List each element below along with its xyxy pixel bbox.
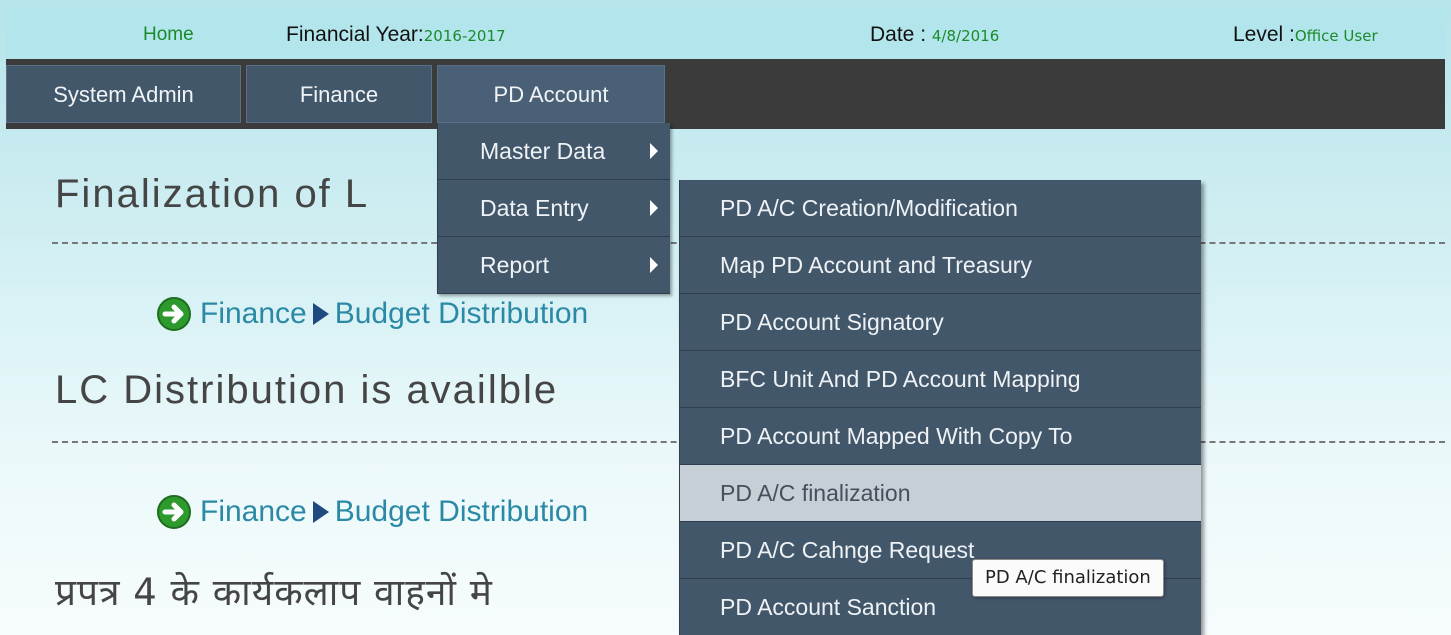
breadcrumb-separator-icon: [312, 303, 329, 325]
breadcrumb-finance[interactable]: Finance: [200, 297, 307, 330]
level-label: Level :: [1233, 23, 1295, 46]
breadcrumb: Finance Budget Distribution: [156, 296, 588, 336]
page-heading-finalization: Finalization of L: [55, 172, 370, 216]
nav-pd-account[interactable]: PD Account: [437, 65, 665, 123]
financial-year: Financial Year:2016-2017: [286, 23, 506, 47]
date: Date : 4/8/2016: [870, 23, 999, 47]
breadcrumb: Finance Budget Distribution: [156, 494, 588, 534]
user-level: Level :Office User: [1233, 23, 1378, 47]
go-arrow-icon: [157, 297, 191, 331]
nav-system-admin[interactable]: System Admin: [6, 65, 241, 123]
menu-item-master-data[interactable]: Master Data: [437, 123, 670, 180]
tooltip: PD A/C finalization: [972, 559, 1164, 597]
date-label: Date :: [870, 23, 932, 46]
date-value: 4/8/2016: [931, 27, 1000, 45]
pd-account-menu: Master Data Data Entry Report: [437, 123, 670, 294]
breadcrumb-separator-icon: [312, 501, 329, 523]
menu-item-data-entry[interactable]: Data Entry: [437, 180, 670, 237]
nav-finance[interactable]: Finance: [246, 65, 432, 123]
menu-item-map-pd-account-treasury[interactable]: Map PD Account and Treasury: [679, 237, 1201, 294]
page-heading-lc-distribution: LC Distribution is availble: [55, 368, 559, 412]
home-link[interactable]: Home: [143, 24, 194, 46]
menu-item-pd-account-signatory[interactable]: PD Account Signatory: [679, 294, 1201, 351]
financial-year-label: Financial Year:: [286, 23, 424, 46]
menu-item-pd-ac-finalization[interactable]: PD A/C finalization: [679, 465, 1201, 522]
financial-year-value: 2016-2017: [423, 27, 506, 45]
page-heading-hindi: प्रपत्र 4 के कार्यकलाप वाहनों मे: [55, 571, 493, 614]
breadcrumb-budget-distribution[interactable]: Budget Distribution: [335, 297, 588, 330]
menu-item-label: Master Data: [480, 138, 606, 164]
level-value: Office User: [1294, 27, 1378, 45]
menu-item-pd-ac-creation[interactable]: PD A/C Creation/Modification: [679, 180, 1201, 237]
submenu-arrow-icon: [650, 200, 658, 216]
submenu-arrow-icon: [650, 257, 658, 273]
top-info-bar: Home Financial Year:2016-2017 Date : 4/8…: [6, 6, 1445, 59]
menu-item-label: Report: [480, 252, 550, 278]
menu-item-pd-account-copy-to[interactable]: PD Account Mapped With Copy To: [679, 408, 1201, 465]
submenu-arrow-icon: [650, 143, 658, 159]
breadcrumb-budget-distribution[interactable]: Budget Distribution: [335, 495, 588, 528]
menu-item-report[interactable]: Report: [437, 237, 670, 294]
menu-item-label: Data Entry: [480, 195, 589, 221]
menu-item-bfc-unit-mapping[interactable]: BFC Unit And PD Account Mapping: [679, 351, 1201, 408]
go-arrow-icon: [157, 495, 191, 529]
breadcrumb-finance[interactable]: Finance: [200, 495, 307, 528]
